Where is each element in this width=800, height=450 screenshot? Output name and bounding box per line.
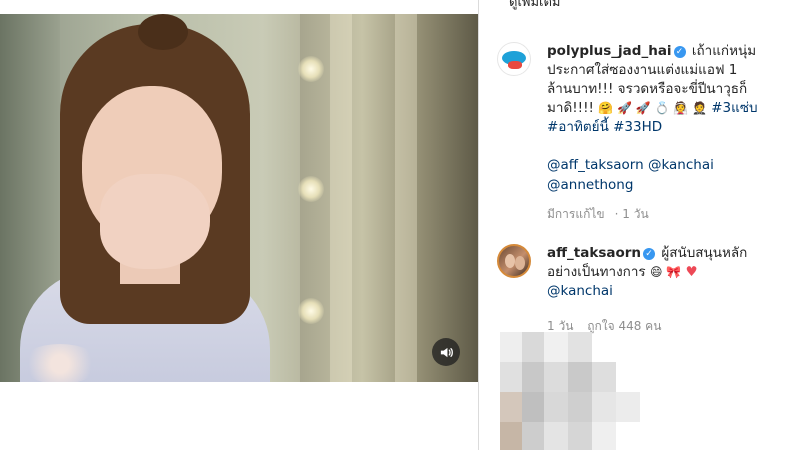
person-hair-bun: [138, 14, 188, 50]
stage-lamp: [298, 176, 324, 202]
comment-meta: มีการแก้ไข · 1 วัน: [547, 207, 649, 221]
comment-item: polyplus_jad_hai ✓ เถ้าแก่หนุ่ม ประกาศใส่…: [497, 42, 800, 224]
comment-text-line: เถ้าแก่หนุ่ม: [691, 43, 757, 59]
comment-time[interactable]: 1 วัน: [622, 207, 648, 221]
comment-body: aff_taksaorn ✓ ผู้สนับสนุนหลัก อย่างเป็นท…: [547, 244, 800, 336]
dress-sequins: [20, 344, 100, 382]
verified-badge-icon: ✓: [643, 248, 656, 260]
comment-text-line: ประกาศใส่ซองงานแต่งแม่แอฟ 1: [547, 62, 738, 78]
emoji-group: 😄 🎀: [649, 265, 682, 279]
comment-likes[interactable]: ถูกใจ 448 คน: [587, 319, 661, 333]
comment-username[interactable]: aff_taksaorn: [547, 245, 641, 261]
sound-toggle-button[interactable]: [432, 338, 460, 366]
emoji-group: 🤗 🚀 🚀 💍 👰 🤵: [598, 101, 707, 115]
verified-badge-icon: ✓: [673, 46, 686, 58]
view-more-link[interactable]: ดูเพิ่มเติม: [509, 0, 560, 12]
video-background-slat: [330, 14, 352, 382]
hashtag-link[interactable]: #33HD: [613, 119, 662, 135]
comment-text-line: ล้านบาท!!! จรวดหรือจะขี่ปีนาวุธก็: [547, 81, 748, 97]
logo-shape: [508, 61, 522, 69]
comment-time[interactable]: 1 วัน: [547, 319, 573, 333]
brand-logo-avatar[interactable]: [497, 42, 531, 76]
avatar-face: [505, 254, 515, 268]
pixelated-area: [500, 332, 690, 450]
mention-link[interactable]: @aff_taksaorn: [547, 157, 644, 173]
mention-link[interactable]: @kanchai: [547, 283, 613, 299]
mention-link[interactable]: @kanchai: [648, 157, 714, 173]
mention-link[interactable]: @annethong: [547, 177, 633, 193]
stage-lamp: [298, 56, 324, 82]
mentions-block: @aff_taksaorn @kanchai @annethong: [547, 155, 800, 195]
comment-text: polyplus_jad_hai ✓ เถ้าแก่หนุ่ม ประกาศใส่…: [547, 42, 800, 137]
avatar-face: [515, 256, 525, 270]
comment-text-line: อย่างเป็นทางการ: [547, 264, 646, 280]
couple-photo-avatar[interactable]: [497, 244, 531, 278]
comment-username[interactable]: polyplus_jad_hai: [547, 43, 672, 59]
hashtag-link[interactable]: #3แซ่บ: [711, 100, 757, 116]
heart-icon: ♥: [685, 264, 698, 280]
comment-body: polyplus_jad_hai ✓ เถ้าแก่หนุ่ม ประกาศใส่…: [547, 42, 800, 224]
hashtag-link[interactable]: #อาทิตย์นี้: [547, 119, 609, 135]
video-background-slat: [395, 14, 417, 382]
media-area: [0, 0, 478, 450]
edited-label: มีการแก้ไข: [547, 207, 605, 221]
speaker-volume-icon: [440, 347, 453, 357]
video-player[interactable]: [0, 14, 478, 382]
comment-text-line: ผู้สนับสนุนหลัก: [661, 245, 748, 261]
comment-item: aff_taksaorn ✓ ผู้สนับสนุนหลัก อย่างเป็นท…: [497, 244, 800, 336]
person-hand: [100, 174, 210, 269]
comment-text-line: มาดิ!!!!: [547, 100, 594, 116]
video-background-right: [300, 14, 478, 382]
stage-lamp: [298, 298, 324, 324]
comment-text: aff_taksaorn ✓ ผู้สนับสนุนหลัก อย่างเป็นท…: [547, 244, 800, 301]
